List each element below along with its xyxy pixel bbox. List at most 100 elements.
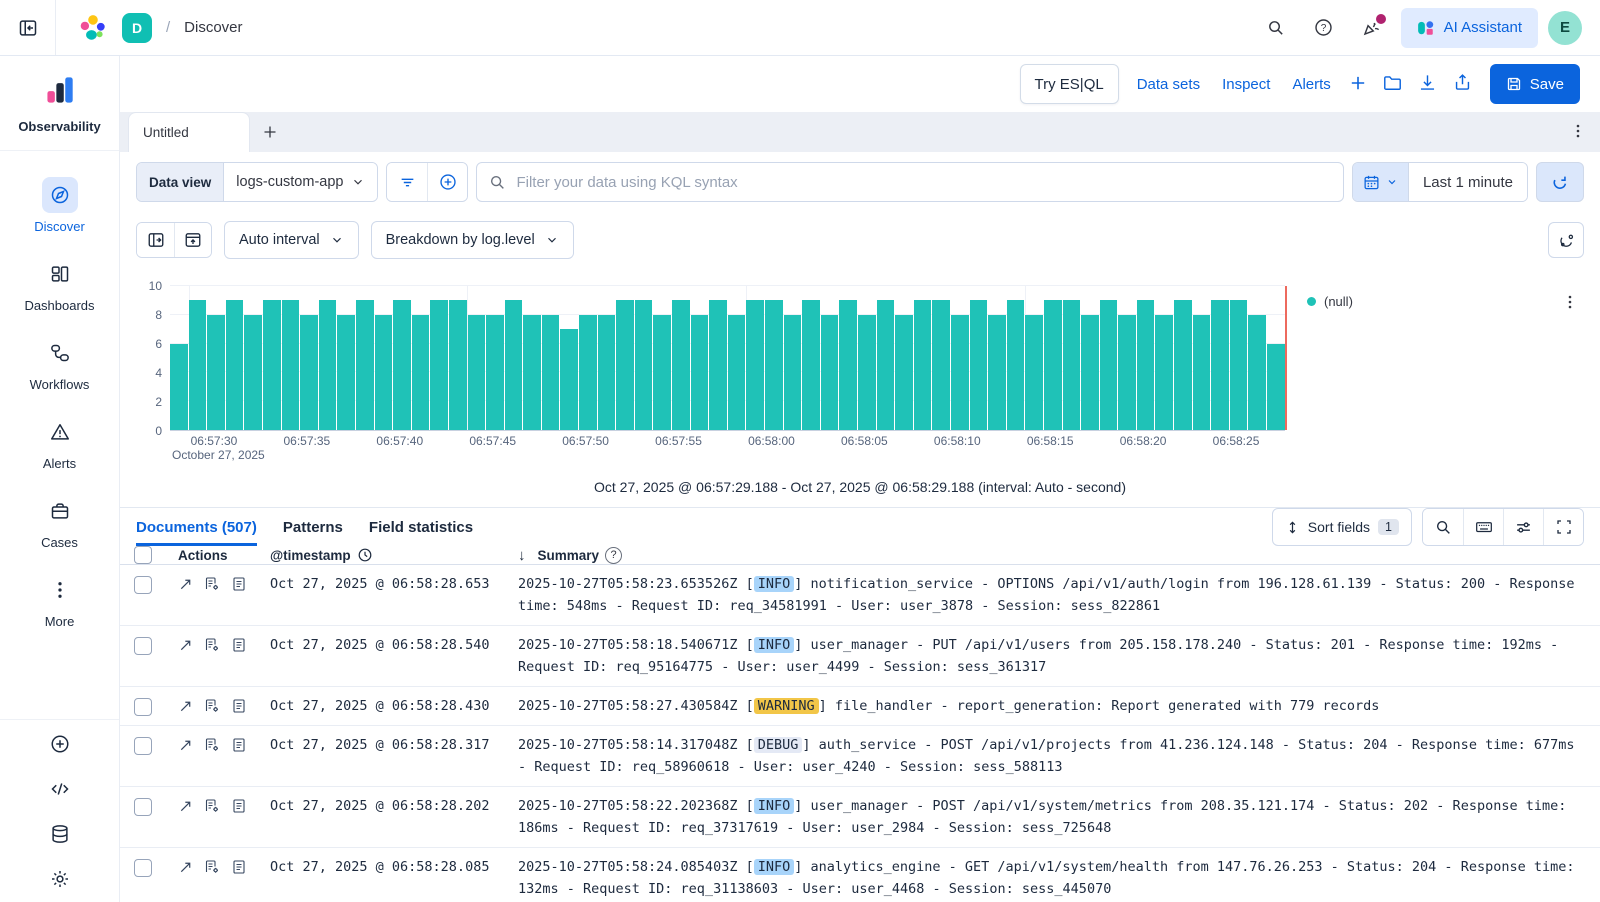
histogram-bar[interactable] xyxy=(430,300,448,430)
histogram-bar[interactable] xyxy=(691,315,709,430)
histogram-bar[interactable] xyxy=(1007,300,1025,430)
expand-document-icon[interactable] xyxy=(178,860,193,875)
histogram-bar[interactable] xyxy=(1063,300,1081,430)
histogram-bar[interactable] xyxy=(1025,315,1043,430)
row-checkbox[interactable] xyxy=(134,698,152,716)
add-filter-button[interactable] xyxy=(427,163,467,201)
histogram-bar[interactable] xyxy=(1248,315,1266,430)
histogram-bar[interactable] xyxy=(1081,315,1099,430)
collapse-nav-button[interactable] xyxy=(0,0,56,55)
histogram-bar[interactable] xyxy=(356,300,374,430)
expand-document-icon[interactable] xyxy=(178,638,193,653)
histogram-bar[interactable] xyxy=(375,315,393,430)
histogram-bar[interactable] xyxy=(300,315,318,430)
tab-untitled[interactable]: Untitled xyxy=(128,112,250,152)
hide-chart-button[interactable] xyxy=(174,223,211,257)
histogram-bar[interactable] xyxy=(1155,315,1173,430)
time-range-value[interactable]: Last 1 minute xyxy=(1408,163,1527,201)
document-actions-icon[interactable] xyxy=(204,637,220,653)
results-tab-patterns[interactable]: Patterns xyxy=(283,508,343,546)
sidebar-item-alerts[interactable]: Alerts xyxy=(0,406,119,479)
histogram-bar[interactable] xyxy=(728,315,746,430)
new-tab-button[interactable] xyxy=(250,112,290,152)
breadcrumb-project-chip[interactable]: D xyxy=(122,13,152,43)
histogram-bar[interactable] xyxy=(244,315,262,430)
histogram-bar[interactable] xyxy=(709,300,727,430)
histogram-bar[interactable] xyxy=(598,315,616,430)
display-options-button[interactable] xyxy=(1503,509,1543,545)
histogram-bar[interactable] xyxy=(505,300,523,430)
histogram-bar[interactable] xyxy=(1174,300,1192,430)
refresh-button[interactable] xyxy=(1536,162,1584,202)
sidebar-item-more[interactable]: More xyxy=(0,564,119,637)
sidebar-gear-button[interactable] xyxy=(50,869,70,892)
time-calendar-button[interactable] xyxy=(1353,163,1408,201)
histogram-bar[interactable] xyxy=(1230,300,1248,430)
histogram-bar[interactable] xyxy=(765,300,783,430)
histogram-bar[interactable] xyxy=(951,315,969,430)
hide-sidebar-button[interactable] xyxy=(137,223,174,257)
chart-menu-button[interactable] xyxy=(1562,294,1578,313)
toolbar-link-data-sets[interactable]: Data sets xyxy=(1137,76,1200,93)
download-button[interactable] xyxy=(1418,73,1437,95)
sidebar-database-button[interactable] xyxy=(50,824,70,847)
fullscreen-button[interactable] xyxy=(1543,509,1583,545)
kql-search-input[interactable] xyxy=(516,174,1330,191)
histogram-bar[interactable] xyxy=(560,329,578,430)
histogram-bar[interactable] xyxy=(263,300,281,430)
search-in-table-button[interactable] xyxy=(1423,509,1463,545)
view-document-icon[interactable] xyxy=(231,798,247,814)
sidebar-item-workflows[interactable]: Workflows xyxy=(0,327,119,400)
histogram-bar[interactable] xyxy=(1137,300,1155,430)
expand-document-icon[interactable] xyxy=(178,699,193,714)
histogram-bar[interactable] xyxy=(486,315,504,430)
histogram-bar[interactable] xyxy=(802,300,820,430)
try-esql-button[interactable]: Try ES|QL xyxy=(1020,64,1119,104)
sidebar-item-dashboards[interactable]: Dashboards xyxy=(0,248,119,321)
histogram-bar[interactable] xyxy=(337,315,355,430)
edit-visualization-button[interactable] xyxy=(1548,222,1584,258)
histogram-bar[interactable] xyxy=(1193,315,1211,430)
row-checkbox[interactable] xyxy=(134,859,152,877)
document-actions-icon[interactable] xyxy=(204,737,220,753)
results-tab-documents[interactable]: Documents (507) xyxy=(136,508,257,546)
view-document-icon[interactable] xyxy=(231,698,247,714)
avatar[interactable]: E xyxy=(1548,11,1582,45)
row-checkbox[interactable] xyxy=(134,637,152,655)
expand-document-icon[interactable] xyxy=(178,799,193,814)
filter-list-button[interactable] xyxy=(387,163,427,201)
elastic-logo[interactable] xyxy=(78,13,108,43)
histogram-bar[interactable] xyxy=(542,315,560,430)
row-checkbox[interactable] xyxy=(134,798,152,816)
histogram-bar[interactable] xyxy=(282,300,300,430)
document-actions-icon[interactable] xyxy=(204,798,220,814)
histogram-bar[interactable] xyxy=(1267,344,1285,430)
histogram-bar[interactable] xyxy=(319,300,337,430)
row-checkbox[interactable] xyxy=(134,737,152,755)
document-actions-icon[interactable] xyxy=(204,576,220,592)
column-header-timestamp[interactable]: @timestamp xyxy=(270,547,518,563)
histogram-bar[interactable] xyxy=(858,315,876,430)
expand-document-icon[interactable] xyxy=(178,738,193,753)
save-button[interactable]: Save xyxy=(1490,64,1580,104)
histogram-bar[interactable] xyxy=(393,300,411,430)
help-button[interactable]: ? xyxy=(1305,9,1343,47)
histogram-bar[interactable] xyxy=(653,315,671,430)
results-tab-field-statistics[interactable]: Field statistics xyxy=(369,508,473,546)
document-actions-icon[interactable] xyxy=(204,859,220,875)
histogram-bar[interactable] xyxy=(1118,315,1136,430)
interval-select[interactable]: Auto interval xyxy=(224,221,359,259)
select-all-checkbox[interactable] xyxy=(134,546,152,564)
histogram-bar[interactable] xyxy=(784,315,802,430)
legend-item[interactable]: (null) xyxy=(1307,294,1353,309)
sidebar-code-button[interactable] xyxy=(50,779,70,802)
document-actions-icon[interactable] xyxy=(204,698,220,714)
histogram-bar[interactable] xyxy=(226,300,244,430)
sort-fields-button[interactable]: Sort fields 1 xyxy=(1272,508,1412,546)
breakdown-select[interactable]: Breakdown by log.level xyxy=(371,221,574,259)
row-checkbox[interactable] xyxy=(134,576,152,594)
data-view-value[interactable]: logs-custom-app xyxy=(223,163,377,201)
column-header-summary[interactable]: ↓ Summary ? xyxy=(518,547,1584,564)
ai-assistant-button[interactable]: AI Assistant xyxy=(1401,8,1538,48)
histogram-bar[interactable] xyxy=(616,300,634,430)
